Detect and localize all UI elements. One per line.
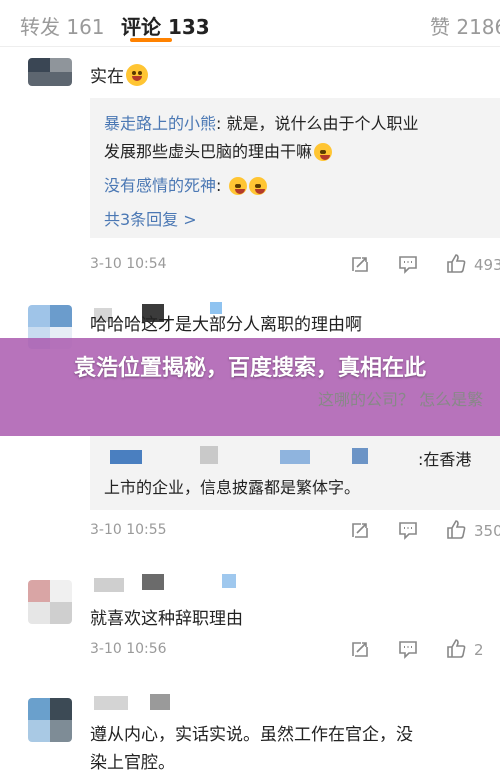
blurred-username	[94, 578, 124, 592]
like-count: 350	[474, 522, 500, 540]
grin-emoji-icon	[314, 143, 333, 161]
avatar[interactable]	[28, 580, 72, 624]
reply-user-name[interactable]: 没有感情的死神	[104, 176, 216, 195]
comment-text: 染上官腔。	[90, 753, 175, 773]
comment-time: 3-10 10:55	[90, 522, 167, 538]
comment-time: 3-10 10:56	[90, 641, 167, 657]
reply-line: :在香港	[418, 450, 472, 469]
avatar[interactable]	[28, 698, 72, 742]
blurred-username	[150, 694, 170, 710]
more-replies-link[interactable]: 共3条回复 >	[104, 206, 197, 230]
thumbs-up-icon[interactable]	[445, 637, 467, 659]
reply-icon[interactable]	[397, 519, 419, 541]
laugh-emoji-icon	[248, 177, 267, 195]
repost-icon[interactable]	[349, 519, 371, 541]
comment-text: 实在	[90, 62, 148, 87]
tab-like[interactable]: 赞 2186	[430, 11, 500, 40]
reply-line: 上市的企业，信息披露都是繁体字。	[104, 478, 361, 497]
thumbs-up-icon[interactable]	[445, 518, 467, 540]
reply-user-name[interactable]: 暴走路上的小熊	[104, 114, 216, 133]
reply-box[interactable]: :在香港 上市的企业，信息披露都是繁体字。	[90, 436, 500, 510]
laugh-emoji-icon	[228, 177, 247, 195]
reply-line: 没有感情的死神:	[104, 172, 267, 196]
comment-text: 就喜欢这种辞职理由	[90, 609, 243, 629]
laugh-emoji-icon	[126, 64, 148, 86]
comment-time: 3-10 10:54	[90, 256, 167, 272]
reply-line: 这哪的公司？ 怎么是繁	[318, 390, 484, 409]
banner-title: 袁浩位置揭秘，百度搜索，真相在此	[73, 356, 426, 381]
like-count: 2	[474, 641, 484, 659]
like-count: 493	[474, 256, 500, 274]
thumbs-up-icon[interactable]	[445, 252, 467, 274]
reply-icon[interactable]	[397, 638, 419, 660]
avatar[interactable]	[28, 58, 72, 86]
reply-box[interactable]: 暴走路上的小熊: 就是，说什么由于个人职业 发展那些虚头巴脑的理由干嘛 没有感情…	[90, 98, 500, 238]
blurred-username	[94, 696, 128, 710]
comment-text: 哈哈哈这才是大部分人离职的理由啊	[90, 315, 362, 335]
reply-line: 暴走路上的小熊: 就是，说什么由于个人职业	[104, 114, 419, 133]
blurred-username	[142, 574, 164, 590]
repost-icon[interactable]	[349, 638, 371, 660]
repost-icon[interactable]	[349, 253, 371, 275]
reply-icon[interactable]	[397, 253, 419, 275]
comment-text: 遵从内心，实话实说。虽然工作在官企，没	[90, 725, 413, 745]
reply-line: 发展那些虚头巴脑的理由干嘛	[104, 138, 333, 162]
tab-comment[interactable]: 评论 133	[121, 11, 210, 40]
active-tab-indicator	[130, 38, 172, 42]
comment-tabs: 转发 161 评论 133 赞 2186	[0, 0, 500, 47]
blurred-username	[222, 574, 236, 588]
tab-repost[interactable]: 转发 161	[20, 11, 105, 40]
